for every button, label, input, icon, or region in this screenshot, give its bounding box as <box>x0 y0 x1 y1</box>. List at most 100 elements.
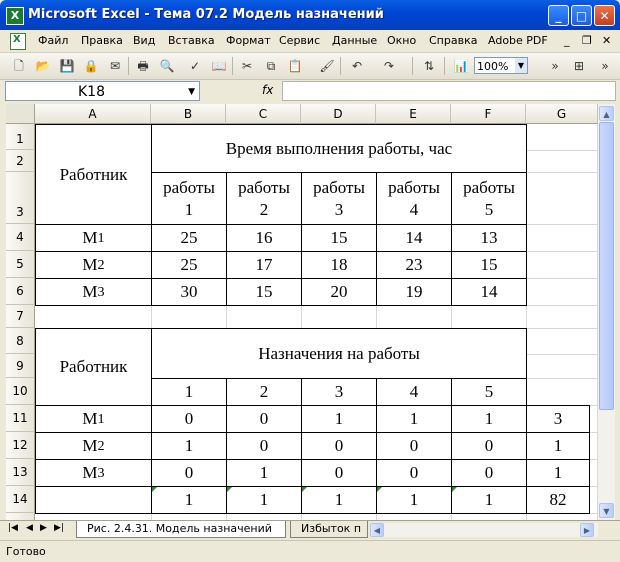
vertical-scrollbar[interactable]: ▲ ▼ <box>598 104 615 520</box>
row-header-2[interactable]: 2 <box>6 150 35 172</box>
table2-cell[interactable]: 0 <box>301 432 377 460</box>
table2-cell[interactable]: 1 <box>451 405 527 433</box>
sheet-tab-active[interactable]: Рис. 2.4.31. Модель назначений <box>76 521 286 538</box>
title-bar[interactable]: X Microsoft Excel - Тема 07.2 Модель наз… <box>0 0 620 30</box>
table1-cell[interactable]: 13 <box>451 224 527 252</box>
new-icon[interactable]: 🗋 <box>10 57 28 75</box>
doc-restore-icon[interactable]: ❐ <box>582 34 592 47</box>
error-indicator-icon[interactable] <box>302 487 307 492</box>
table2-cell[interactable]: 1 <box>226 459 302 487</box>
col-header-a[interactable]: A <box>35 104 151 124</box>
zoom-select[interactable]: 100% ▼ <box>474 57 528 74</box>
row-header-11[interactable]: 11 <box>6 405 35 432</box>
col-header-g[interactable]: G <box>526 104 598 124</box>
format-painter-icon[interactable]: 🖌 <box>318 57 336 75</box>
table2-column-total[interactable]: 1 <box>376 486 452 514</box>
select-all-corner[interactable] <box>6 104 35 124</box>
table2-column-total[interactable]: 1 <box>451 486 527 514</box>
fx-icon[interactable]: fx <box>262 83 273 97</box>
table1-cell[interactable]: 17 <box>226 251 302 279</box>
undo-icon[interactable]: ↶ <box>348 57 366 75</box>
col-header-f[interactable]: F <box>451 104 526 124</box>
table2-row-total[interactable]: 1 <box>526 432 590 460</box>
research-icon[interactable]: 📖 <box>210 57 228 75</box>
table2-cell[interactable]: 1 <box>151 432 227 460</box>
menu-view[interactable]: Вид <box>133 34 155 47</box>
table2-column-total[interactable]: 1 <box>151 486 227 514</box>
table1-cell[interactable]: 18 <box>301 251 377 279</box>
table1-worker-m3[interactable]: M3 <box>35 278 152 306</box>
name-box[interactable]: K18 ▼ <box>5 81 200 101</box>
table2-cell[interactable]: 1 <box>376 405 452 433</box>
excel-icon[interactable]: X <box>6 7 24 25</box>
row-header-8[interactable]: 8 <box>6 328 35 354</box>
table1-cell[interactable]: 15 <box>301 224 377 252</box>
table1-job-header-4[interactable]: работы 4 <box>376 172 452 225</box>
menu-edit[interactable]: Правка <box>81 34 123 47</box>
doc-close-icon[interactable]: ✕ <box>602 34 611 47</box>
table1-cell[interactable]: 20 <box>301 278 377 306</box>
print-preview-icon[interactable]: 🔍 <box>158 57 176 75</box>
chevron-down-icon[interactable]: ▼ <box>188 82 195 102</box>
open-icon[interactable]: 📂 <box>34 57 52 75</box>
table1-job-header-3[interactable]: работы 3 <box>301 172 377 225</box>
col-header-d[interactable]: D <box>301 104 376 124</box>
vertical-scroll-thumb[interactable] <box>599 122 614 410</box>
error-indicator-icon[interactable] <box>452 487 457 492</box>
spelling-icon[interactable]: ✓ <box>186 57 204 75</box>
table2-job-header-2[interactable]: 2 <box>226 378 302 406</box>
table1-worker-m1[interactable]: M1 <box>35 224 152 252</box>
redo-icon[interactable]: ↷ <box>380 57 398 75</box>
error-indicator-icon[interactable] <box>377 487 382 492</box>
chart-icon[interactable]: 📊 <box>452 57 470 75</box>
table2-cell[interactable]: 0 <box>376 459 452 487</box>
print-icon[interactable]: 🖶 <box>134 57 152 75</box>
table1-cell[interactable]: 25 <box>151 224 227 252</box>
menu-help[interactable]: Справка <box>429 34 477 47</box>
menu-format[interactable]: Формат <box>226 34 271 47</box>
scroll-left-icon[interactable]: ◀ <box>370 523 384 537</box>
table2-title[interactable]: Назначения на работы <box>151 328 527 379</box>
row-header-14[interactable]: 14 <box>6 486 35 513</box>
row-header-1[interactable]: 1 <box>6 124 35 150</box>
menu-window[interactable]: Окно <box>387 34 416 47</box>
table1-worker-header[interactable]: Работник <box>35 124 152 225</box>
table2-cell[interactable]: 0 <box>376 432 452 460</box>
chevron-down-icon[interactable]: ▼ <box>515 58 527 73</box>
formula-input[interactable] <box>282 81 616 101</box>
row-header-12[interactable]: 12 <box>6 432 35 459</box>
table2-row-total[interactable]: 3 <box>526 405 590 433</box>
table2-job-header-1[interactable]: 1 <box>151 378 227 406</box>
table2-worker-m3[interactable]: M3 <box>35 459 152 487</box>
worksheet-grid[interactable]: A B C D E F G 1 2 3 4 5 6 7 8 9 10 11 12… <box>6 104 598 520</box>
table1-title[interactable]: Время выполнения работы, час <box>151 124 527 173</box>
col-header-b[interactable]: B <box>151 104 226 124</box>
menu-insert[interactable]: Вставка <box>168 34 215 47</box>
row-header-10[interactable]: 10 <box>6 378 35 405</box>
last-sheet-icon[interactable]: ▶| <box>54 523 64 533</box>
email-icon[interactable]: ✉ <box>106 57 124 75</box>
row-header-5[interactable]: 5 <box>6 251 35 278</box>
table1-cell[interactable]: 14 <box>451 278 527 306</box>
scroll-right-icon[interactable]: ▶ <box>580 523 594 537</box>
close-button[interactable]: ✕ <box>594 5 615 26</box>
doc-minimize-icon[interactable]: _ <box>564 34 570 47</box>
copy-icon[interactable]: ⧉ <box>262 57 280 75</box>
table1-cell[interactable]: 25 <box>151 251 227 279</box>
paste-icon[interactable]: 📋 <box>286 57 304 75</box>
col-header-c[interactable]: C <box>226 104 301 124</box>
table2-cell[interactable]: 0 <box>226 405 302 433</box>
table2-row-total[interactable]: 1 <box>526 459 590 487</box>
row-header-3[interactable]: 3 <box>6 172 35 224</box>
error-indicator-icon[interactable] <box>152 487 157 492</box>
minimize-button[interactable]: _ <box>548 5 569 26</box>
save-icon[interactable]: 💾 <box>58 57 76 75</box>
menu-tools[interactable]: Сервис <box>279 34 320 47</box>
sort-icon[interactable]: ⇅ <box>420 57 438 75</box>
table2-cell[interactable]: 0 <box>226 432 302 460</box>
table1-cell[interactable]: 15 <box>226 278 302 306</box>
table2-cell[interactable]: 0 <box>151 459 227 487</box>
permission-icon[interactable]: 🔒 <box>82 57 100 75</box>
col-header-e[interactable]: E <box>376 104 451 124</box>
toolbar-options-icon[interactable]: » <box>546 57 564 75</box>
